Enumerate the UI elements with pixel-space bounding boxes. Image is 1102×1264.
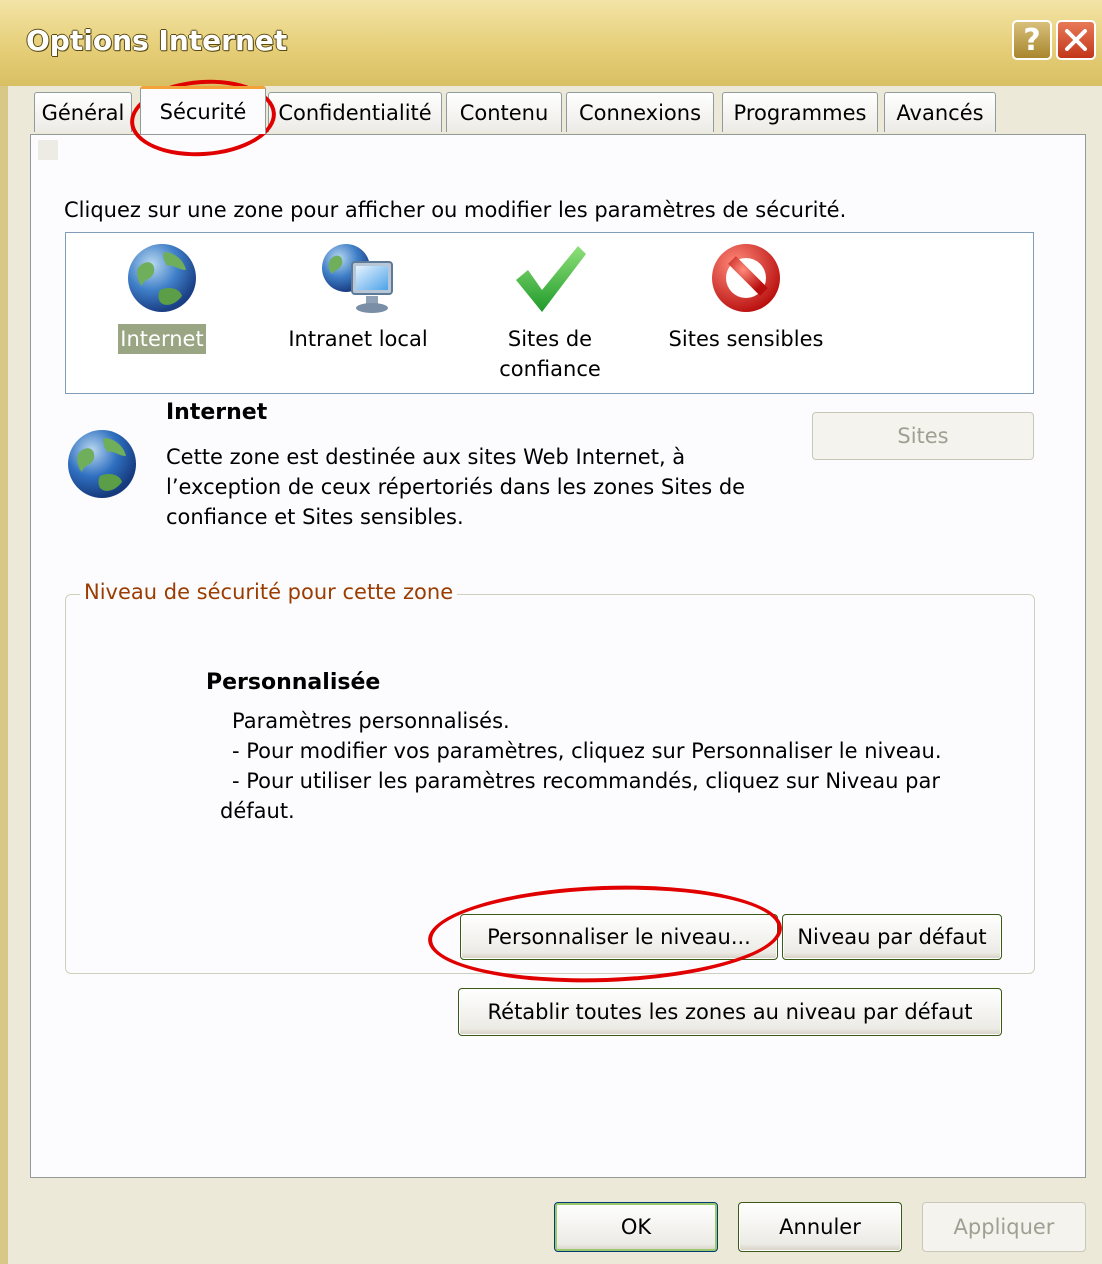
default-level-button[interactable]: Niveau par défaut: [782, 914, 1002, 960]
zone-label: Sites de confiance: [497, 324, 603, 384]
tab-contenu[interactable]: Contenu: [446, 92, 562, 132]
title-bar: Options Internet ?: [0, 0, 1102, 86]
close-button[interactable]: [1056, 20, 1096, 60]
ok-button[interactable]: OK: [554, 1202, 718, 1252]
zone-label-line: Sites de: [507, 327, 593, 351]
level-line: - Pour utiliser les paramètres recommand…: [232, 769, 940, 793]
tab-general[interactable]: Général: [34, 92, 132, 132]
level-line: - Pour modifier vos paramètres, cliquez …: [232, 739, 942, 763]
window-frame-left: [0, 86, 8, 1264]
zone-internet[interactable]: Internet: [110, 240, 214, 354]
tab-label: Contenu: [459, 100, 549, 125]
button-label: OK: [620, 1215, 652, 1239]
globe-icon: [68, 430, 136, 498]
apply-button[interactable]: Appliquer: [922, 1202, 1086, 1252]
tab-connexions[interactable]: Connexions: [566, 92, 714, 132]
button-label: Appliquer: [953, 1215, 1055, 1239]
sites-button[interactable]: Sites: [812, 412, 1034, 460]
level-line: défaut.: [220, 799, 295, 823]
level-line: Paramètres personnalisés.: [232, 709, 510, 733]
zone-sites-sensibles[interactable]: Sites sensibles: [662, 240, 830, 354]
cancel-button[interactable]: Annuler: [738, 1202, 902, 1252]
tab-label: Sécurité: [159, 99, 247, 124]
button-label: Rétablir toutes les zones au niveau par …: [487, 1000, 973, 1024]
tab-securite[interactable]: Sécurité: [140, 86, 266, 134]
trusted-check-icon: [516, 246, 586, 312]
tab-label: Avancés: [896, 100, 984, 125]
help-icon: ?: [1023, 22, 1041, 58]
zone-sites-de-confiance[interactable]: Sites de confiance: [480, 240, 620, 384]
tab-label: Général: [41, 100, 125, 125]
button-label: Niveau par défaut: [797, 925, 987, 949]
intranet-monitor-icon: [322, 244, 393, 313]
globe-icon: [128, 244, 196, 312]
help-button[interactable]: ?: [1012, 20, 1052, 60]
focus-placeholder: [38, 140, 58, 160]
zone-title: Internet: [166, 400, 268, 425]
tab-programmes[interactable]: Programmes: [722, 92, 878, 132]
button-label: Sites: [897, 424, 949, 448]
button-label: Personnaliser le niveau...: [487, 925, 751, 949]
zone-instruction: Cliquez sur une zone pour afficher ou mo…: [64, 198, 847, 222]
level-title: Personnalisée: [206, 670, 381, 695]
zone-label-line: confiance: [499, 357, 601, 381]
tab-label: Connexions: [578, 100, 702, 125]
level-description: Paramètres personnalisés. - Pour modifie…: [220, 706, 992, 826]
close-icon: [1065, 29, 1087, 51]
custom-level-button[interactable]: Personnaliser le niveau...: [460, 914, 778, 960]
tab-confidentialite[interactable]: Confidentialité: [268, 92, 442, 132]
group-legend: Niveau de sécurité pour cette zone: [80, 580, 458, 604]
tab-label: Confidentialité: [278, 100, 432, 125]
window-title: Options Internet: [26, 24, 288, 57]
reset-all-zones-button[interactable]: Rétablir toutes les zones au niveau par …: [458, 988, 1002, 1036]
zone-intranet-local[interactable]: Intranet local: [278, 240, 438, 354]
restricted-icon: [712, 244, 780, 312]
tab-label: Programmes: [733, 100, 867, 125]
button-label: Annuler: [779, 1215, 861, 1239]
zone-description: Cette zone est destinée aux sites Web In…: [166, 445, 746, 529]
zone-label: Sites sensibles: [668, 327, 824, 351]
zone-label: Internet: [118, 324, 206, 354]
tab-avances[interactable]: Avancés: [884, 92, 996, 132]
zone-label: Intranet local: [288, 327, 428, 351]
